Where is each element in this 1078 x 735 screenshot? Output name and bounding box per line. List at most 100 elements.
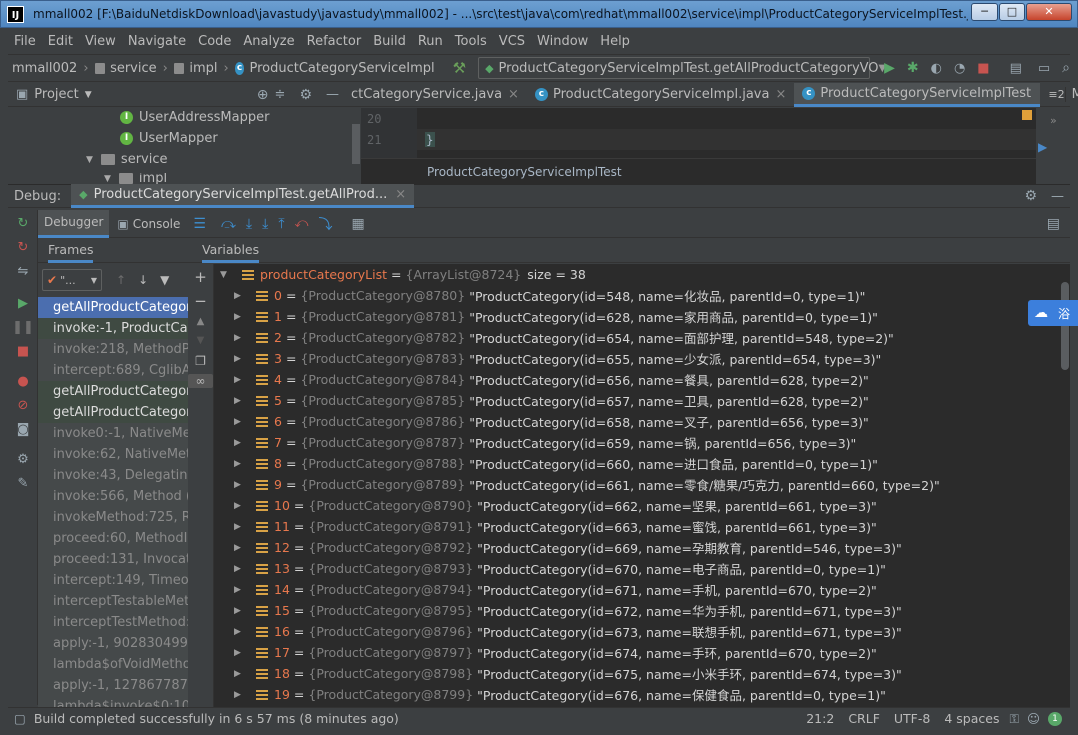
breadcrumb-class[interactable]: ProductCategoryServiceImplTest [427, 165, 622, 179]
variable-row[interactable]: ▶ 19 = {ProductCategory@8799} "ProductCatego… [214, 684, 1060, 705]
lock-icon[interactable]: ⚿ [1009, 711, 1019, 727]
expand-arrow-icon[interactable]: ▶ [234, 291, 246, 301]
expand-arrow-icon[interactable]: ▶ [234, 501, 246, 511]
pause-icon[interactable]: ❚❚ [8, 316, 38, 340]
evaluate-expression-icon[interactable]: ▦ [351, 216, 364, 232]
baidu-netdisk-widget[interactable]: ☁ 浴 [1028, 300, 1078, 326]
frame-item[interactable]: invokeMethod:725, ReflectionUtils [38, 507, 188, 528]
frame-item[interactable]: intercept:149, TimeoutExtension [38, 570, 188, 591]
expand-arrow-icon[interactable]: ▶ [234, 480, 246, 490]
scrollbar-thumb[interactable] [1061, 282, 1069, 370]
frame-item[interactable]: invoke:43, DelegatingMethodAccessor [38, 465, 188, 486]
tree-item[interactable]: ▼ service [86, 152, 168, 167]
hide-icon[interactable]: — [326, 87, 339, 102]
project-structure-icon[interactable]: ▤ [1010, 61, 1022, 76]
run-to-cursor-icon[interactable]: ⤵ [318, 214, 332, 234]
force-step-into-icon[interactable]: ⤓ [262, 216, 268, 232]
locate-icon[interactable]: ⊕ [257, 87, 269, 103]
run-panel-icon[interactable]: ▶ [1038, 140, 1047, 154]
variable-row[interactable]: ▶ 3 = {ProductCategory@8783} "ProductCategor… [214, 348, 1060, 369]
variable-row[interactable]: ▶ 8 = {ProductCategory@8788} "ProductCategor… [214, 453, 1060, 474]
frame-item[interactable]: invoke:-1, ProductCategory [38, 318, 188, 339]
expand-arrow-icon[interactable]: ▶ [234, 627, 246, 637]
frame-item[interactable]: invoke:62, NativeMethodAccessor [38, 444, 188, 465]
minimize-button[interactable]: ─ [971, 3, 998, 21]
tool-windows-icon[interactable]: ▢ [14, 711, 26, 726]
variable-row[interactable]: ▶ 7 = {ProductCategory@8787} "ProductCategor… [214, 432, 1060, 453]
frames-title[interactable]: Frames [48, 239, 94, 263]
expand-arrow-icon[interactable]: ▶ [234, 669, 246, 679]
build-hammer-icon[interactable]: ⚒ [453, 59, 466, 77]
project-panel-title[interactable]: Project [34, 87, 78, 102]
chevron-down-icon[interactable]: ▼ [85, 90, 92, 100]
inspection-warning-icon[interactable] [1022, 110, 1032, 120]
frame-item[interactable]: getAllProductCategoryVO [38, 297, 188, 318]
step-into-icon[interactable]: ⤓ [246, 216, 252, 232]
crumb-service[interactable]: service [110, 61, 157, 76]
expand-arrow-icon[interactable]: ▶ [234, 585, 246, 595]
variable-row[interactable]: ▶ 13 = {ProductCategory@8793} "ProductCatego… [214, 558, 1060, 579]
gear-icon[interactable]: ⚙ [299, 87, 312, 103]
watches-glasses-icon[interactable]: ∞ [188, 374, 213, 388]
filter-icon[interactable]: ▼ [160, 273, 169, 287]
pin-icon[interactable]: ✎ [8, 472, 38, 496]
menu-analyze[interactable]: Analyze [243, 34, 294, 49]
expand-arrow-icon[interactable]: ▶ [234, 354, 246, 364]
variable-row[interactable]: ▶ 12 = {ProductCategory@8792} "ProductCatego… [214, 537, 1060, 558]
rerun-icon[interactable]: ↻ [8, 212, 38, 236]
frame-item[interactable]: proceed:60, MethodInvocation [38, 528, 188, 549]
tab-debugger[interactable]: Debugger [38, 209, 110, 238]
close-tab-icon[interactable]: × [775, 87, 786, 102]
tree-item[interactable]: I UserAddressMapper [120, 110, 269, 125]
variable-row[interactable]: ▶ 1 = {ProductCategory@8781} "ProductCategor… [214, 306, 1060, 327]
menu-tools[interactable]: Tools [455, 34, 487, 49]
variables-title[interactable]: Variables [202, 239, 260, 263]
stop-icon[interactable]: ■ [8, 340, 38, 364]
status-message[interactable]: Build completed successfully in 6 s 57 m… [34, 711, 399, 726]
camera-icon[interactable]: ◙ [8, 418, 38, 442]
frame-item[interactable]: interceptTestMethod:84 [38, 612, 188, 633]
menu-window[interactable]: Window [537, 34, 588, 49]
run-config-selector[interactable]: ◆ ProductCategoryServiceImplTest.getAllP… [478, 57, 886, 79]
variable-row[interactable]: ▶ 6 = {ProductCategory@8786} "ProductCategor… [214, 411, 1060, 432]
maximize-button[interactable]: □ [999, 3, 1025, 21]
expand-right-icon[interactable]: » [1050, 114, 1057, 127]
collapse-arrow-icon[interactable]: ▼ [220, 270, 232, 280]
step-out-icon[interactable]: ⤒ [278, 216, 284, 232]
expand-arrow-icon[interactable]: ▶ [234, 564, 246, 574]
menu-vcs[interactable]: VCS [499, 34, 525, 49]
expand-arrow-icon[interactable]: ▶ [234, 690, 246, 700]
expand-arrow-icon[interactable]: ▶ [234, 606, 246, 616]
expand-arrow-icon[interactable]: ▼ [104, 174, 111, 184]
stop-icon[interactable]: ■ [977, 61, 989, 76]
resume-icon[interactable]: ▶ [8, 292, 38, 316]
frame-item[interactable]: intercept:689, CglibAopProxy [38, 360, 188, 381]
expand-arrow-icon[interactable]: ▶ [234, 417, 246, 427]
close-tab-icon[interactable]: × [395, 187, 406, 202]
terminal-icon[interactable]: ▭ [1038, 61, 1050, 76]
expand-arrow-icon[interactable]: ▶ [234, 459, 246, 469]
drop-frame-icon[interactable]: ⤺ [295, 216, 309, 231]
gear-icon[interactable]: ⚙ [8, 448, 38, 472]
thread-selector[interactable]: ✔ "... ▼ [42, 269, 102, 291]
variable-row[interactable]: ▶ 17 = {ProductCategory@8797} "ProductCatego… [214, 642, 1060, 663]
hide-icon[interactable]: — [1051, 189, 1064, 204]
tab-category-service[interactable]: ctCategoryService.java × [343, 83, 527, 107]
tab-category-service-impl[interactable]: c ProductCategoryServiceImpl.java × [527, 83, 794, 107]
collapse-icon[interactable]: ≑ [275, 87, 286, 102]
variable-row-root[interactable]: ▼ productCategoryList = {ArrayList@8724}… [214, 264, 1060, 285]
caret-position[interactable]: 21:2 [806, 711, 834, 726]
tab-overflow-indicator[interactable]: ≡2 [1048, 88, 1064, 101]
menu-edit[interactable]: Edit [48, 34, 73, 49]
expand-arrow-icon[interactable]: ▼ [86, 155, 93, 165]
close-button[interactable]: ✕ [1026, 3, 1072, 21]
expand-arrow-icon[interactable]: ▶ [234, 312, 246, 322]
tree-scrollbar[interactable] [352, 124, 360, 164]
variable-row[interactable]: ▶ 0 = {ProductCategory@8780} "ProductCategor… [214, 285, 1060, 306]
tree-item[interactable]: I UserMapper [120, 131, 218, 146]
settings-switch-icon[interactable]: ⇋ [8, 260, 38, 284]
frame-item[interactable]: invoke:566, Method (java.lang.reflect) [38, 486, 188, 507]
variable-row[interactable]: ▶ 5 = {ProductCategory@8785} "ProductCategor… [214, 390, 1060, 411]
expand-arrow-icon[interactable]: ▶ [234, 522, 246, 532]
variable-row[interactable]: ▶ 9 = {ProductCategory@8789} "ProductCategor… [214, 474, 1060, 495]
